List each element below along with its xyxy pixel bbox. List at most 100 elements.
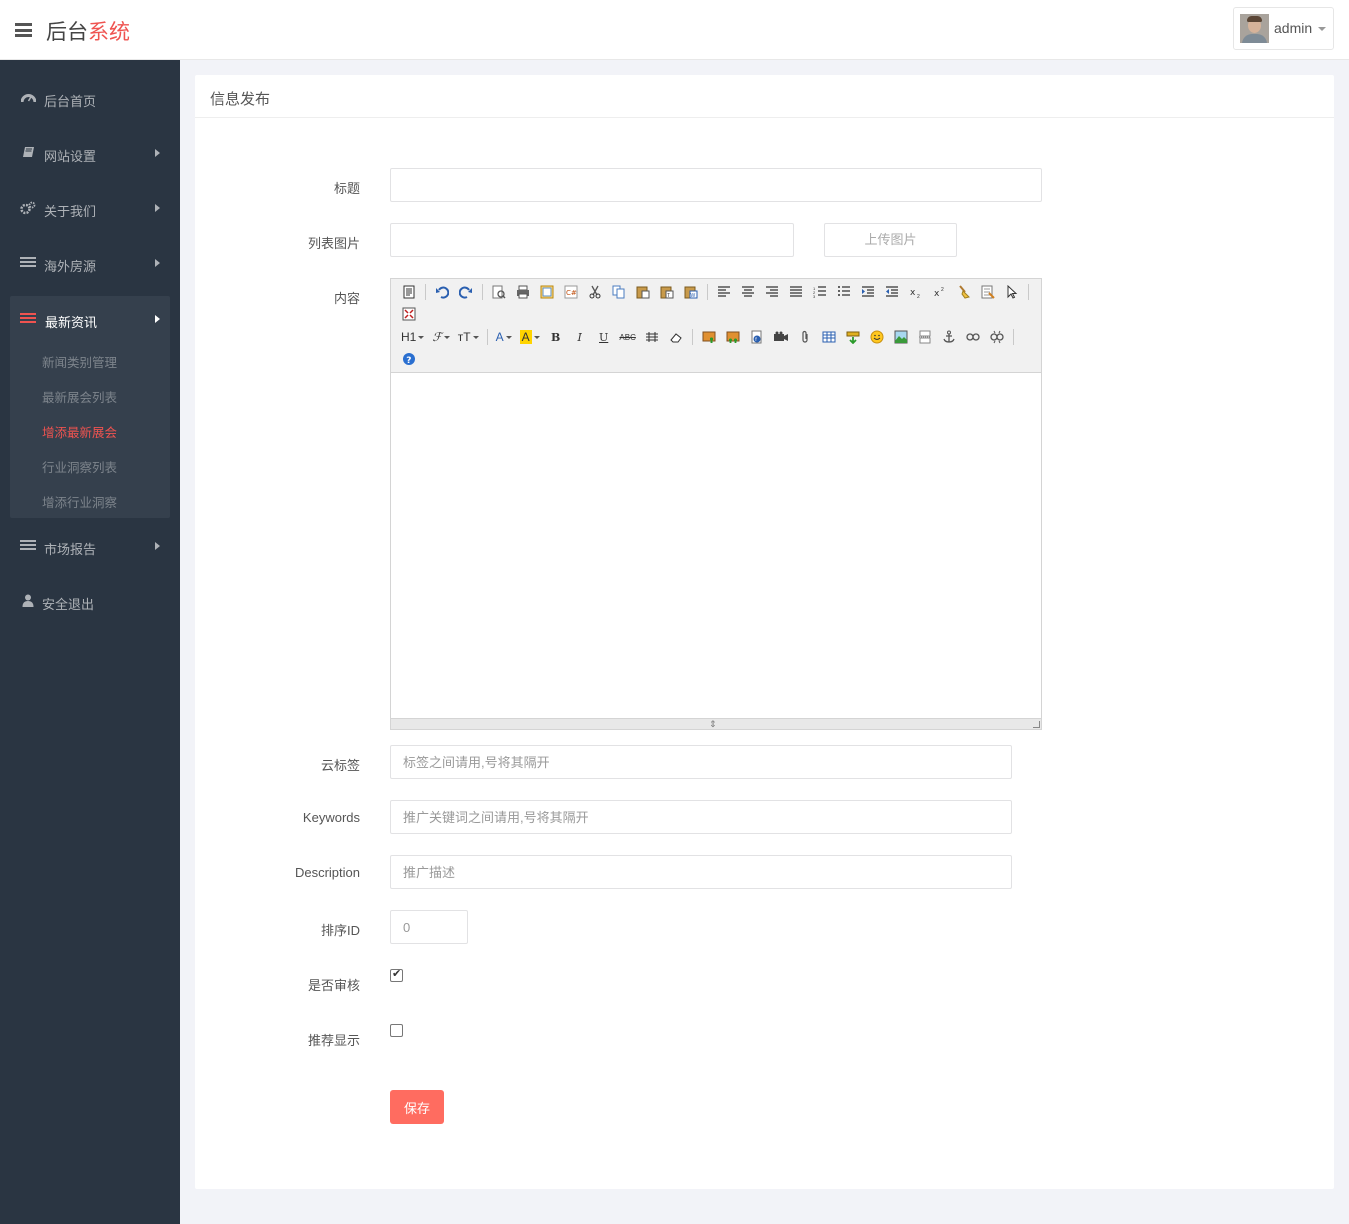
horizontal-rule-icon[interactable] bbox=[640, 326, 664, 348]
menu-toggle-icon[interactable] bbox=[15, 23, 32, 37]
content-label: 内容 bbox=[333, 291, 360, 306]
sidebar-item-about[interactable]: 关于我们 bbox=[0, 182, 180, 237]
submenu-item[interactable]: 增添行业洞察 bbox=[42, 492, 117, 511]
select-all-icon[interactable] bbox=[976, 281, 1000, 303]
sidebar-item-site-settings[interactable]: 网站设置 bbox=[0, 127, 180, 182]
print-icon[interactable] bbox=[511, 281, 535, 303]
attachment-icon[interactable] bbox=[793, 326, 817, 348]
sidebar-item-label: 关于我们 bbox=[44, 204, 97, 219]
align-left-icon[interactable] bbox=[712, 281, 736, 303]
upload-image-button[interactable]: 上传图片 bbox=[824, 223, 957, 257]
paste-icon[interactable] bbox=[631, 281, 655, 303]
submenu-item-active[interactable]: 增添最新展会 bbox=[42, 422, 117, 441]
toolbar-row-2 bbox=[397, 303, 421, 325]
fullscreen-icon[interactable] bbox=[397, 303, 421, 325]
title-input[interactable] bbox=[390, 168, 1042, 202]
recommend-checkbox[interactable] bbox=[390, 1024, 403, 1037]
sidebar-item-label: 市场报告 bbox=[44, 542, 97, 557]
sidebar-item-logout[interactable]: 安全退出 bbox=[0, 575, 180, 630]
preview-icon[interactable] bbox=[487, 281, 511, 303]
clear-format-icon[interactable] bbox=[952, 281, 976, 303]
toolbar-row-3: H1 ℱ тT A A B I U ABC f bbox=[397, 326, 1018, 348]
bg-color-dropdown[interactable]: A bbox=[516, 326, 544, 348]
submenu-item[interactable]: 新闻类别管理 bbox=[42, 352, 117, 371]
book-icon bbox=[20, 146, 36, 160]
save-button[interactable]: 保存 bbox=[390, 1090, 444, 1124]
align-center-icon[interactable] bbox=[736, 281, 760, 303]
editor-content-area[interactable] bbox=[391, 373, 1041, 718]
undo-icon[interactable] bbox=[430, 281, 454, 303]
toolbar-separator bbox=[486, 329, 488, 345]
tags-input[interactable] bbox=[390, 745, 1012, 779]
align-right-icon[interactable] bbox=[760, 281, 784, 303]
video-icon[interactable] bbox=[769, 326, 793, 348]
help-icon[interactable]: ? bbox=[397, 348, 421, 370]
code-icon[interactable]: C# bbox=[559, 281, 583, 303]
image-path-input[interactable] bbox=[390, 223, 794, 257]
cursor-icon[interactable] bbox=[1000, 281, 1024, 303]
ordered-list-icon[interactable]: 123 bbox=[808, 281, 832, 303]
strikethrough-button[interactable]: ABC bbox=[616, 326, 640, 348]
brand-logo[interactable]: 后台系统 bbox=[46, 16, 130, 46]
sidebar-item-overseas[interactable]: 海外房源 bbox=[0, 237, 180, 292]
sidebar-item-dashboard[interactable]: 后台首页 bbox=[0, 72, 180, 127]
italic-button[interactable]: I bbox=[568, 326, 592, 348]
subscript-icon[interactable]: x2 bbox=[904, 281, 928, 303]
underline-button[interactable]: U bbox=[592, 326, 616, 348]
font-size-label: тT bbox=[457, 330, 471, 344]
svg-text:C#: C# bbox=[566, 289, 577, 297]
insert-image-icon[interactable] bbox=[697, 326, 721, 348]
toolbar-row-1: C# T W 123 x2 x2 bbox=[397, 281, 1033, 303]
resize-corner-icon[interactable] bbox=[1033, 721, 1040, 728]
unlink-icon[interactable] bbox=[985, 326, 1009, 348]
bold-button[interactable]: B bbox=[544, 326, 568, 348]
svg-text:2: 2 bbox=[941, 287, 944, 293]
sidebar-item-news[interactable]: 最新资讯 bbox=[10, 296, 170, 343]
link-icon[interactable] bbox=[961, 326, 985, 348]
paste-text-icon[interactable]: T bbox=[655, 281, 679, 303]
user-dropdown[interactable]: admin bbox=[1233, 7, 1334, 50]
heading-dropdown[interactable]: H1 bbox=[397, 326, 428, 348]
resize-grip-icon[interactable]: ⇕ bbox=[709, 720, 717, 729]
user-icon bbox=[20, 594, 36, 608]
multi-image-icon[interactable] bbox=[721, 326, 745, 348]
font-color-label: A bbox=[495, 330, 504, 344]
flash-icon[interactable]: f bbox=[745, 326, 769, 348]
description-input[interactable] bbox=[390, 855, 1012, 889]
sort-id-input[interactable] bbox=[390, 910, 468, 944]
cut-icon[interactable] bbox=[583, 281, 607, 303]
sidebar-item-label: 后台首页 bbox=[44, 94, 97, 109]
font-color-dropdown[interactable]: A bbox=[492, 326, 516, 348]
superscript-icon[interactable]: x2 bbox=[928, 281, 952, 303]
sidebar-item-market-report[interactable]: 市场报告 bbox=[0, 520, 180, 575]
submenu-item[interactable]: 最新展会列表 bbox=[42, 387, 117, 406]
source-icon[interactable] bbox=[397, 281, 421, 303]
content-panel: 信息发布 标题 列表图片 上传图片 内容 C# T W 1 2 3 x 2 x … bbox=[195, 75, 1334, 1189]
emoticon-icon[interactable] bbox=[865, 326, 889, 348]
unordered-list-icon[interactable] bbox=[832, 281, 856, 303]
font-size-dropdown[interactable]: тT bbox=[454, 326, 483, 348]
keywords-input[interactable] bbox=[390, 800, 1012, 834]
submenu-item[interactable]: 行业洞察列表 bbox=[42, 457, 117, 476]
anchor-icon[interactable] bbox=[937, 326, 961, 348]
redo-icon[interactable] bbox=[454, 281, 478, 303]
font-family-dropdown[interactable]: ℱ bbox=[428, 326, 453, 348]
image-manager-icon[interactable] bbox=[889, 326, 913, 348]
indent-icon[interactable] bbox=[856, 281, 880, 303]
sidebar-group-news: 最新资讯 新闻类别管理 最新展会列表 增添最新展会 行业洞察列表 增添行业洞察 bbox=[10, 296, 170, 518]
eraser-icon[interactable] bbox=[664, 326, 688, 348]
template-icon[interactable] bbox=[535, 281, 559, 303]
table-icon[interactable] bbox=[817, 326, 841, 348]
avatar bbox=[1240, 14, 1269, 43]
bg-color-label: A bbox=[519, 330, 532, 344]
svg-text:x: x bbox=[910, 288, 916, 298]
align-justify-icon[interactable] bbox=[784, 281, 808, 303]
paste-word-icon[interactable]: W bbox=[679, 281, 703, 303]
copy-icon[interactable] bbox=[607, 281, 631, 303]
image-label: 列表图片 bbox=[307, 236, 360, 251]
audit-checkbox[interactable] bbox=[390, 967, 403, 982]
insert-row-icon[interactable] bbox=[841, 326, 865, 348]
page-break-icon[interactable] bbox=[913, 326, 937, 348]
chevron-right-icon bbox=[155, 315, 160, 323]
outdent-icon[interactable] bbox=[880, 281, 904, 303]
